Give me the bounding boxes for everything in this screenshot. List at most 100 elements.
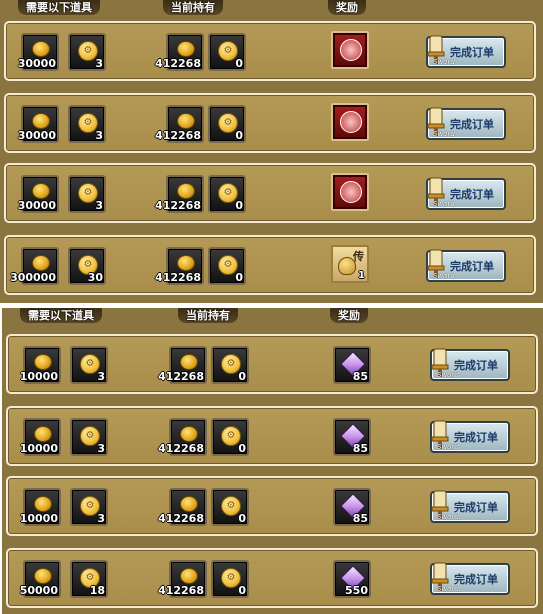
order-row: 300000 ⚙ 30 412268 ⚙ 0 传 1 完成订单 Sword xyxy=(4,235,536,295)
held-coin-slot: 412268 xyxy=(155,175,204,213)
held-token-amount: 0 xyxy=(238,584,246,597)
sword-sub-label: Sword xyxy=(437,443,459,451)
reward-chest-icon xyxy=(340,111,362,133)
required-token-slot: ⚙ 3 xyxy=(68,33,106,71)
held-coin-slot: 412268 xyxy=(158,488,207,526)
gold-coin-icon xyxy=(177,113,195,129)
required-token-slot: ⚙ 3 xyxy=(70,346,108,384)
held-token-amount: 0 xyxy=(238,442,246,455)
complete-order-button[interactable]: 完成订单 Sword xyxy=(430,490,510,523)
held-coin-amount: 412268 xyxy=(158,442,204,455)
reward-gem-count: 85 xyxy=(352,512,368,525)
complete-order-button[interactable]: 完成订单 Sword xyxy=(426,35,506,68)
reward-scroll-char: 传 xyxy=(353,250,364,263)
complete-order-label: 完成订单 xyxy=(454,573,498,586)
required-token-amount: 3 xyxy=(95,57,103,70)
required-token-slot: ⚙ 3 xyxy=(70,418,108,456)
complete-order-button[interactable]: 完成订单 Sword xyxy=(430,420,510,453)
held-token-slot: ⚙ 0 xyxy=(211,346,249,384)
required-coin-amount: 10000 xyxy=(19,512,58,525)
reward-chest-icon xyxy=(340,39,362,61)
held-coin-slot: 412268 xyxy=(158,418,207,456)
gold-coin-icon xyxy=(177,183,195,199)
required-coin-slot: 10000 xyxy=(19,488,61,526)
reward-chest-slot[interactable] xyxy=(331,173,369,211)
reward-gem-slot[interactable]: 85 xyxy=(333,346,371,384)
complete-order-button[interactable]: 完成订单 Sword xyxy=(430,348,510,381)
sword-sub-label: Sword xyxy=(433,272,455,280)
reward-chest-slot[interactable] xyxy=(331,103,369,141)
complete-order-button[interactable]: 完成订单 Sword xyxy=(430,562,510,595)
gold-coin-icon xyxy=(34,426,52,442)
required-token-slot: ⚙ 3 xyxy=(70,488,108,526)
required-token-amount: 3 xyxy=(97,442,105,455)
held-token-slot: ⚙ 0 xyxy=(211,418,249,456)
header-required-items: 需要以下道具 xyxy=(18,0,100,15)
held-coin-slot: 412268 xyxy=(155,247,204,285)
held-token-amount: 0 xyxy=(238,512,246,525)
required-token-amount: 18 xyxy=(89,584,105,597)
gold-coin-icon xyxy=(34,496,52,512)
header-required-items: 需要以下道具 xyxy=(20,308,102,323)
required-coin-slot: 10000 xyxy=(20,418,61,456)
required-coin-amount: 30000 xyxy=(17,57,56,70)
header-reward: 奖励 xyxy=(328,0,366,15)
sword-sub-label: Sword xyxy=(437,513,459,521)
header-reward: 奖励 xyxy=(330,308,368,323)
required-token-amount: 3 xyxy=(95,199,103,212)
held-token-amount: 0 xyxy=(235,271,243,284)
gold-coin-icon xyxy=(34,568,52,584)
held-token-slot: ⚙ 0 xyxy=(208,105,246,143)
complete-order-label: 完成订单 xyxy=(454,359,498,372)
order-row: 10000 ⚙ 3 412268 ⚙ 0 85 完成订单 Sword xyxy=(6,334,538,394)
order-row: 30000 ⚙ 3 412268 ⚙ 0 完成订单 Sword xyxy=(4,93,536,153)
held-coin-slot: 412268 xyxy=(158,560,207,598)
held-coin-slot: 412268 xyxy=(158,346,207,384)
reward-chest-slot[interactable] xyxy=(331,31,369,69)
required-coin-slot: 10000 xyxy=(19,346,61,384)
required-token-amount: 30 xyxy=(87,271,103,284)
complete-order-button[interactable]: 完成订单 Sword xyxy=(426,249,506,282)
held-coin-amount: 412268 xyxy=(158,584,204,597)
required-coin-amount: 10000 xyxy=(19,370,58,383)
header-currently-held: 当前持有 xyxy=(163,0,223,15)
held-token-amount: 0 xyxy=(238,370,246,383)
required-coin-slot: 300000 xyxy=(10,247,59,285)
complete-order-label: 完成订单 xyxy=(450,118,494,131)
gold-coin-icon xyxy=(32,255,50,271)
gold-coin-icon xyxy=(180,568,198,584)
gold-coin-icon xyxy=(180,354,198,370)
complete-order-label: 完成订单 xyxy=(450,188,494,201)
required-token-amount: 3 xyxy=(97,370,105,383)
complete-order-label: 完成订单 xyxy=(454,501,498,514)
required-coin-amount: 50000 xyxy=(19,584,58,597)
gold-coin-icon xyxy=(34,354,52,370)
held-coin-amount: 412268 xyxy=(155,199,201,212)
required-token-amount: 3 xyxy=(97,512,105,525)
gold-coin-icon xyxy=(177,41,195,57)
required-token-slot: ⚙ 30 xyxy=(68,247,106,285)
required-coin-slot: 30000 xyxy=(17,33,59,71)
order-row: 50000 ⚙ 18 412268 ⚙ 0 550 完成订单 Sword xyxy=(6,548,538,608)
held-coin-amount: 412268 xyxy=(158,512,204,525)
held-token-slot: ⚙ 0 xyxy=(211,488,249,526)
held-coin-slot: 412268 xyxy=(155,105,204,143)
reward-gem-slot[interactable]: 85 xyxy=(333,488,371,526)
gold-coin-icon xyxy=(180,496,198,512)
gold-coin-icon xyxy=(32,113,50,129)
reward-gem-slot[interactable]: 550 xyxy=(333,560,371,598)
reward-scroll-slot[interactable]: 传 1 xyxy=(331,245,369,283)
reward-gem-count: 85 xyxy=(352,442,368,455)
gold-coin-icon xyxy=(180,426,198,442)
reward-gem-slot[interactable]: 85 xyxy=(333,418,371,456)
held-token-slot: ⚙ 0 xyxy=(211,560,249,598)
sword-sub-label: Sword xyxy=(433,200,455,208)
order-row: 10000 ⚙ 3 412268 ⚙ 0 85 完成订单 Sword xyxy=(6,476,538,536)
sword-sub-label: Sword xyxy=(437,371,459,379)
required-token-amount: 3 xyxy=(95,129,103,142)
complete-order-button[interactable]: 完成订单 Sword xyxy=(426,177,506,210)
complete-order-button[interactable]: 完成订单 Sword xyxy=(426,107,506,140)
required-token-slot: ⚙ 3 xyxy=(68,105,106,143)
held-coin-amount: 412268 xyxy=(155,271,201,284)
order-row: 10000 ⚙ 3 412268 ⚙ 0 85 完成订单 Sword xyxy=(6,406,538,466)
